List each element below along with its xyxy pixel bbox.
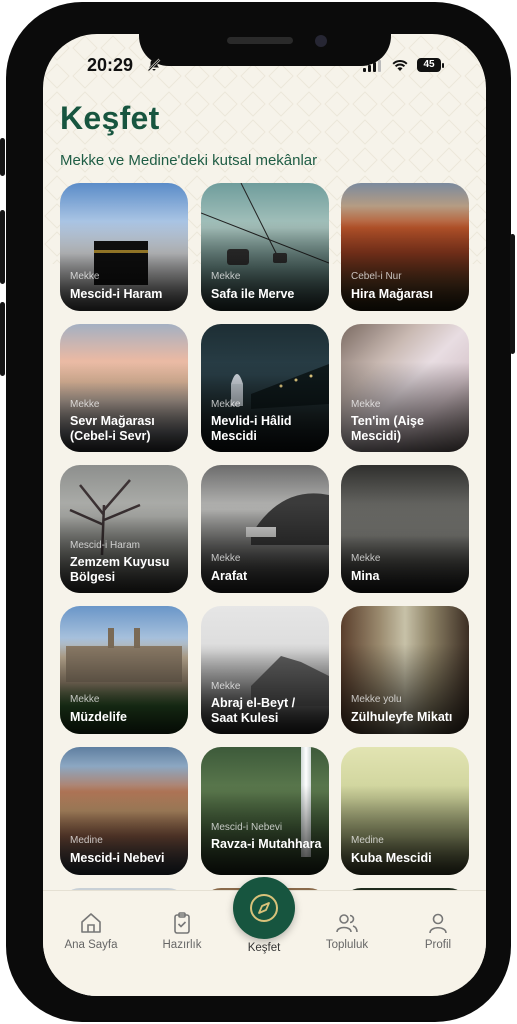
place-name: Ten'im (Aişe Mescidi) (351, 414, 424, 443)
home-icon (81, 913, 101, 933)
bell-muted-icon (147, 58, 161, 75)
place-card[interactable]: Mescid-i Nebevi Ravza-i Mutahhara (201, 747, 329, 875)
place-card[interactable]: Mescid-i Haram Zemzem Kuyusu Bölgesi (60, 465, 188, 593)
tab-label: Hazırlık (162, 939, 202, 951)
place-location: Mekke (211, 399, 241, 410)
place-name: Safa ile Merve (211, 287, 295, 301)
tab-explore[interactable] (233, 877, 295, 939)
compass-icon (250, 894, 278, 922)
page-title: Keşfet (60, 100, 160, 136)
tab-label: Topluluk (325, 939, 369, 951)
place-card[interactable]: Medine Kuba Mescidi (341, 747, 469, 875)
place-card[interactable]: Mekke Müzdelife (60, 606, 188, 734)
place-card[interactable]: Mekke Abraj el-Beyt / Saat Kulesi (201, 606, 329, 734)
tab-label: Profil (424, 939, 452, 951)
place-name: Hira Mağarası (351, 287, 433, 301)
place-location: Mekke (351, 399, 381, 410)
place-card[interactable]: Mekke yolu Zülhuleyfe Mikatı (341, 606, 469, 734)
place-location: Medine (70, 835, 103, 846)
place-location: Mescid-i Nebevi (211, 822, 283, 833)
place-name: Müzdelife (70, 710, 127, 724)
place-location: Mekke (351, 553, 381, 564)
place-location: Mekke (70, 399, 100, 410)
mute-switch (0, 138, 5, 176)
tab-profile[interactable]: Profil (398, 911, 478, 951)
place-location: Medine (351, 835, 384, 846)
place-location: Mekke yolu (351, 694, 402, 705)
place-name: Arafat (211, 569, 248, 583)
place-name: Sevr Mağarası (Cebel-i Sevr) (70, 414, 155, 443)
place-location: Mekke (70, 694, 100, 705)
place-card[interactable]: Mekke Safa ile Merve (201, 183, 329, 311)
phone-frame: 20:29 45 Keşfet Mekke ve Medine'deki kut… (0, 2, 515, 1022)
tab-label-explore: Keşfet (247, 942, 281, 954)
tab-community[interactable]: Topluluk (307, 911, 387, 951)
place-location: Mekke (70, 271, 100, 282)
cellular-signal-icon (363, 60, 381, 72)
volume-down-button (0, 302, 5, 376)
place-name: Zemzem Kuyusu Bölgesi (70, 555, 170, 584)
place-name: Mevlid-i Hâlid Mescidi (211, 414, 292, 443)
tab-preparation[interactable]: Hazırlık (142, 911, 222, 951)
place-name: Abraj el-Beyt / Saat Kulesi (211, 696, 296, 725)
app-screen: 20:29 45 Keşfet Mekke ve Medine'deki kut… (43, 34, 486, 996)
notch (139, 34, 391, 66)
clipboard-check-icon (174, 912, 190, 934)
place-card[interactable]: Medine Mescid-i Nebevi (60, 747, 188, 875)
wifi-icon (391, 57, 409, 73)
battery-indicator: 45 (417, 58, 441, 72)
tab-home[interactable]: Ana Sayfa (51, 911, 131, 951)
place-name: Mina (351, 569, 380, 583)
place-name: Zülhuleyfe Mikatı (351, 710, 453, 724)
power-button (510, 234, 515, 354)
users-icon (336, 914, 358, 933)
tab-label: Ana Sayfa (64, 939, 118, 951)
status-time: 20:29 (87, 55, 134, 75)
place-name: Kuba Mescidi (351, 851, 432, 865)
front-camera (315, 35, 327, 47)
place-name: Ravza-i Mutahhara (211, 837, 322, 851)
place-card[interactable]: Mekke Mescid-i Haram (60, 183, 188, 311)
place-card[interactable]: Mekke Sevr Mağarası (Cebel-i Sevr) (60, 324, 188, 452)
place-card[interactable]: Mekke Arafat (201, 465, 329, 593)
place-location: Mekke (211, 271, 241, 282)
place-name: Mescid-i Nebevi (70, 851, 165, 865)
user-icon (429, 913, 447, 934)
place-location: Cebel-i Nur (351, 271, 402, 282)
volume-up-button (0, 210, 5, 284)
place-card[interactable]: Mekke Mina (341, 465, 469, 593)
place-name: Mescid-i Haram (70, 287, 163, 301)
place-card[interactable]: Mekke Ten'im (Aişe Mescidi) (341, 324, 469, 452)
place-location: Mekke (211, 681, 241, 692)
battery-tip (442, 63, 444, 68)
place-card[interactable]: Mekke Mevlid-i Hâlid Mescidi (201, 324, 329, 452)
page-subtitle: Mekke ve Medine'deki kutsal mekânlar (60, 152, 318, 169)
speaker (227, 37, 293, 44)
place-location: Mescid-i Haram (70, 540, 141, 551)
place-card[interactable]: Cebel-i Nur Hira Mağarası (341, 183, 469, 311)
place-location: Mekke (211, 553, 241, 564)
